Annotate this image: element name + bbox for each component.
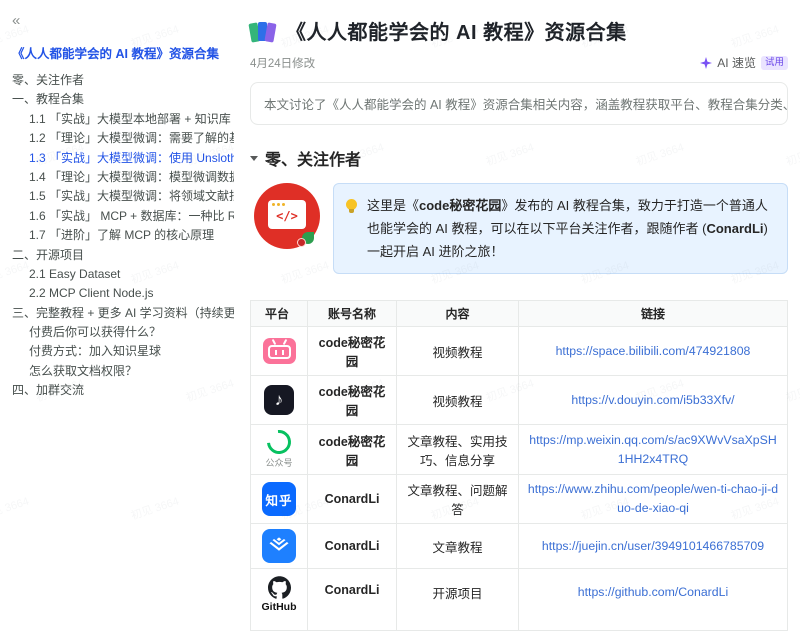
- bilibili-link[interactable]: https://space.bilibili.com/474921808: [556, 344, 751, 358]
- content-cell: 开源项目: [397, 569, 519, 631]
- content-cell: 视频教程: [397, 327, 519, 376]
- author-avatar: </>: [254, 183, 320, 249]
- github-link[interactable]: https://github.com/ConardLi: [578, 585, 728, 599]
- content-cell: 视频教程: [397, 376, 519, 425]
- douyin-icon: ♪: [264, 385, 294, 415]
- meta-row: 4月24日修改 AI 速览 试用: [250, 54, 788, 71]
- account-name: code秘密花园: [308, 376, 397, 425]
- column-header-link: 链接: [519, 301, 788, 327]
- sidebar-item[interactable]: 付费后你可以获得什么？: [12, 323, 234, 342]
- sidebar-item[interactable]: 一、教程合集: [12, 90, 234, 109]
- info-callout: 这里是《code秘密花园》发布的 AI 教程合集，致力于打造一个普通人也能学会的…: [333, 183, 788, 274]
- table-row: ConardLi 文章教程 https://juejin.cn/user/394…: [251, 524, 788, 569]
- page-title: 《人人都能学会的 AI 教程》资源合集: [286, 16, 627, 45]
- content-cell: 文章教程、问题解答: [397, 475, 519, 524]
- account-name: ConardLi: [308, 524, 397, 569]
- github-icon: [268, 576, 291, 599]
- sidebar-item[interactable]: 1.5 「实战」大模型微调：将领域文献批量转...: [12, 187, 234, 206]
- sidebar: « 《人人都能学会的 AI 教程》资源合集 零、关注作者一、教程合集1.1 「实…: [0, 0, 240, 528]
- sidebar-item[interactable]: 2.1 Easy Dataset: [12, 265, 234, 284]
- platform-label: 公众号: [265, 456, 292, 469]
- sidebar-doc-title[interactable]: 《人人都能学会的 AI 教程》资源合集: [12, 43, 234, 62]
- sidebar-item[interactable]: 1.7 「进阶」了解 MCP 的核心原理: [12, 226, 234, 245]
- account-name: code秘密花园: [308, 425, 397, 475]
- books-icon: [250, 19, 276, 43]
- content-cell: 文章教程: [397, 524, 519, 569]
- sidebar-item[interactable]: 二、开源项目: [12, 246, 234, 265]
- wechat-mp-link[interactable]: https://mp.weixin.qq.com/s/ac9XWvVsaXpSH…: [529, 433, 776, 466]
- sidebar-item[interactable]: 1.2 「理论」大模型微调：需要了解的基础知识: [12, 129, 234, 148]
- juejin-icon: [262, 529, 296, 563]
- section-heading: 零、关注作者: [265, 146, 361, 170]
- sidebar-item[interactable]: 2.2 MCP Client Node.js: [12, 284, 234, 303]
- bilibili-icon: [263, 338, 296, 364]
- sidebar-item[interactable]: 1.6 「实战」 MCP + 数据库：一种比 RAG 检...: [12, 207, 234, 226]
- sidebar-item[interactable]: 1.1 「实战」大模型本地部署 + 知识库: [12, 110, 234, 129]
- callout-text: 这里是《code秘密花园》发布的 AI 教程合集，致力于打造一个普通人也能学会的…: [367, 194, 773, 263]
- content-cell: 文章教程、实用技巧、信息分享: [397, 425, 519, 475]
- douyin-link[interactable]: https://v.douyin.com/i5b33Xfv/: [571, 393, 734, 407]
- table-row: 公众号 code秘密花园 文章教程、实用技巧、信息分享 https://mp.w…: [251, 425, 788, 475]
- title-row: 《人人都能学会的 AI 教程》资源合集: [250, 16, 788, 45]
- sparkle-icon: [700, 57, 712, 69]
- zhihu-link[interactable]: https://www.zhihu.com/people/wen-ti-chao…: [528, 482, 778, 515]
- account-name: code秘密花园: [308, 327, 397, 376]
- sidebar-item[interactable]: 付费方式：加入知识星球: [12, 342, 234, 361]
- sidebar-toc: 零、关注作者一、教程合集1.1 「实战」大模型本地部署 + 知识库1.2 「理论…: [12, 71, 234, 401]
- table-row: GitHub ConardLi 开源项目 https://github.com/…: [251, 569, 788, 631]
- juejin-link[interactable]: https://juejin.cn/user/3949101466785709: [542, 539, 764, 553]
- lightbulb-icon: [346, 199, 358, 215]
- platform-label: GitHub: [262, 601, 297, 613]
- column-header-platform: 平台: [251, 301, 308, 327]
- sidebar-item[interactable]: 四、加群交流: [12, 381, 234, 400]
- sidebar-item[interactable]: 三、完整教程 + 更多 AI 学习资料（持续更新）: [12, 304, 234, 323]
- sidebar-item[interactable]: 怎么获取文档权限？: [12, 362, 234, 381]
- trial-badge: 试用: [761, 56, 788, 70]
- platform-links-table: 平台 账号名称 内容 链接 code秘密花园 视频教程 https://spac…: [250, 300, 788, 631]
- sidebar-item[interactable]: 1.3 「实战」大模型微调：使用 Unsloth 微调 ...: [12, 149, 234, 168]
- sidebar-item[interactable]: 零、关注作者: [12, 71, 234, 90]
- account-name: ConardLi: [308, 569, 397, 631]
- ai-summary-box: 本文讨论了《人人都能学会的 AI 教程》资源合集相关内容，涵盖教程获取平台、教程…: [250, 82, 788, 125]
- main-content: 《人人都能学会的 AI 教程》资源合集 4月24日修改 AI 速览 试用 本文讨…: [240, 0, 800, 528]
- column-header-account: 账号名称: [308, 301, 397, 327]
- sidebar-item[interactable]: 1.4 「理论」大模型微调：模型微调数据集前...: [12, 168, 234, 187]
- ai-overview-button[interactable]: AI 速览 试用: [700, 54, 788, 71]
- table-row: code秘密花园 视频教程 https://space.bilibili.com…: [251, 327, 788, 376]
- table-row: ♪ code秘密花园 视频教程 https://v.douyin.com/i5b…: [251, 376, 788, 425]
- account-name: ConardLi: [308, 475, 397, 524]
- table-row: 知乎 ConardLi 文章教程、问题解答 https://www.zhihu.…: [251, 475, 788, 524]
- section-heading-row: 零、关注作者: [250, 146, 788, 170]
- collapse-caret-icon[interactable]: [250, 156, 258, 161]
- table-header-row: 平台 账号名称 内容 链接: [251, 301, 788, 327]
- wechat-mp-icon: [262, 425, 296, 459]
- sidebar-collapse-icon[interactable]: «: [12, 13, 20, 28]
- modified-date: 4月24日修改: [250, 55, 315, 71]
- author-row: </> 这里是《code秘密花园》发布的 AI 教程合集，致力于打造一个普通人也…: [250, 183, 788, 274]
- ai-overview-label: AI 速览: [717, 54, 756, 71]
- zhihu-icon: 知乎: [262, 482, 296, 516]
- column-header-content: 内容: [397, 301, 519, 327]
